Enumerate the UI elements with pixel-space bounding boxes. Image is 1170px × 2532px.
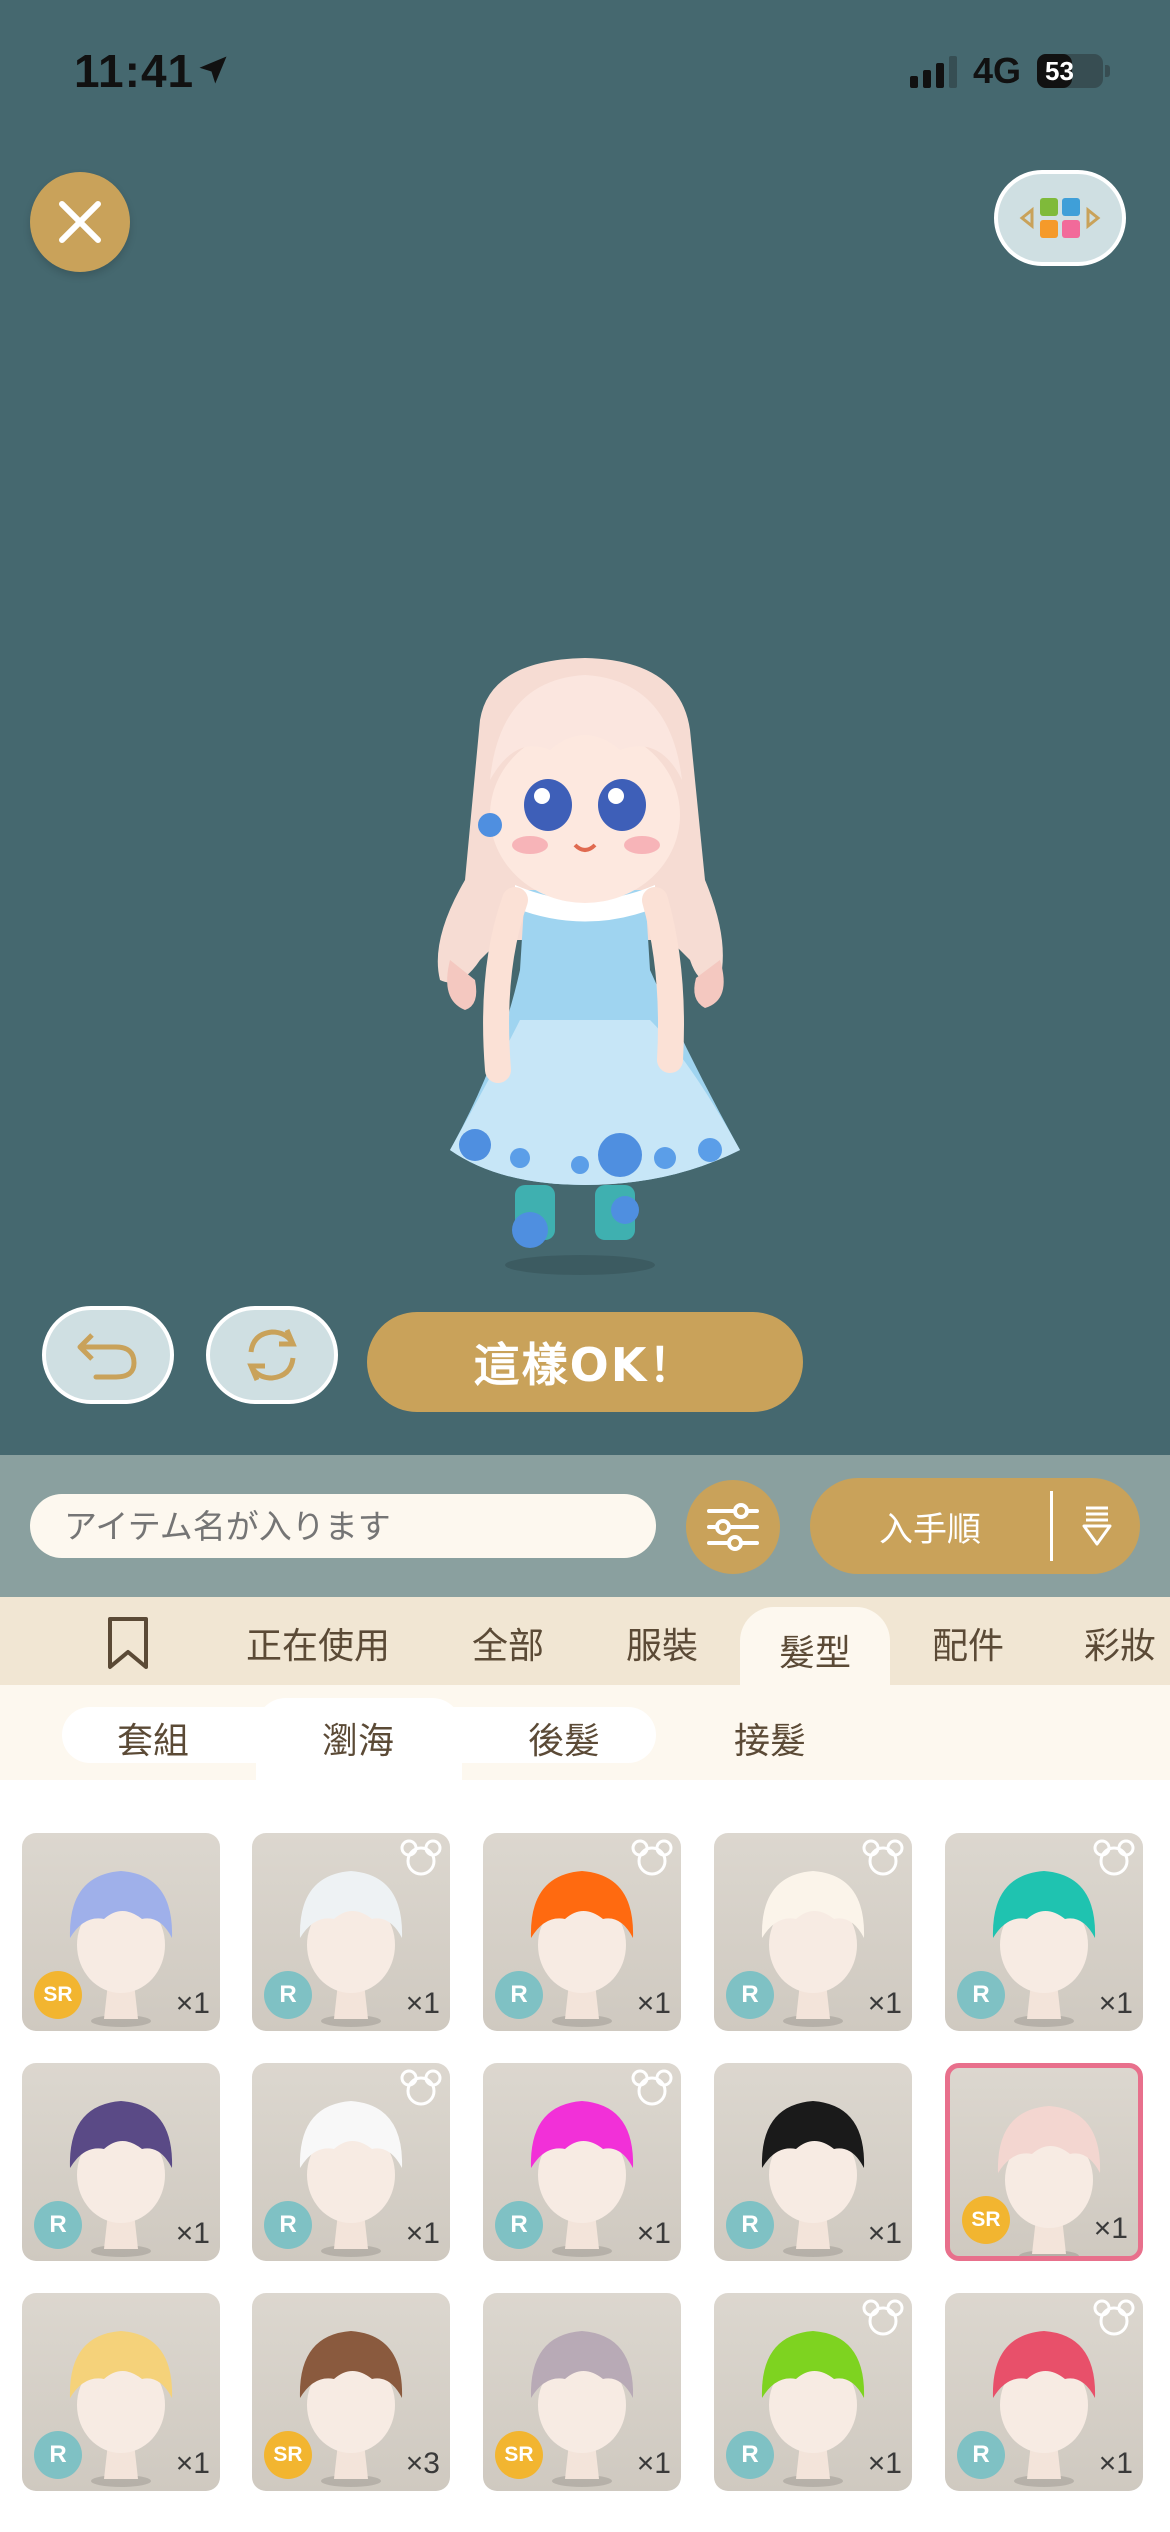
subtab-extensions[interactable]: 接髮 — [734, 1712, 806, 1764]
item-quantity: ×1 — [867, 2447, 902, 2480]
sort-order-icon[interactable] — [1053, 1504, 1140, 1548]
subtab-back-hair[interactable]: 後髮 — [528, 1712, 600, 1764]
rarity-badge: R — [495, 2201, 543, 2249]
item-quantity: ×1 — [1098, 2447, 1133, 2480]
rarity-badge: SR — [264, 2431, 312, 2479]
tab-all[interactable]: 全部 — [472, 1617, 544, 1669]
rarity-badge: SR — [34, 1971, 82, 2019]
rarity-badge: R — [726, 1971, 774, 2019]
item-quantity: ×1 — [175, 2447, 210, 2480]
item-quantity: ×1 — [175, 2217, 210, 2250]
hair-item-card[interactable]: R ×1 — [714, 1833, 912, 2031]
item-quantity: ×1 — [636, 2447, 671, 2480]
tab-clothing[interactable]: 服裝 — [626, 1617, 698, 1669]
item-quantity: ×3 — [405, 2447, 440, 2480]
avatar-character — [437, 658, 740, 1275]
item-search-input[interactable] — [30, 1494, 656, 1558]
rarity-badge: R — [957, 1971, 1005, 2019]
filter-button[interactable] — [686, 1480, 780, 1574]
hair-item-card[interactable]: R ×1 — [252, 1833, 450, 2031]
rarity-badge: R — [726, 2431, 774, 2479]
battery-icon: 53 — [1037, 54, 1110, 88]
rarity-badge: R — [34, 2431, 82, 2479]
bear-icon — [862, 2299, 904, 2336]
rarity-badge: R — [34, 2201, 82, 2249]
rarity-badge: R — [264, 1971, 312, 2019]
bear-icon — [631, 2069, 673, 2106]
status-time: 11:41 — [74, 45, 195, 97]
tab-makeup[interactable]: 彩妝 — [1084, 1617, 1156, 1669]
subtab-bangs[interactable]: 瀏海 — [322, 1712, 394, 1764]
layout-grid-icon — [1019, 198, 1101, 238]
bear-icon — [1093, 1839, 1135, 1876]
sort-button[interactable]: 入手順 — [810, 1478, 1140, 1574]
undo-button[interactable] — [42, 1306, 174, 1404]
close-icon — [59, 201, 101, 243]
hair-item-card[interactable]: R ×1 — [945, 1833, 1143, 2031]
location-arrow-icon — [199, 56, 227, 84]
item-quantity: ×1 — [636, 1987, 671, 2020]
rarity-badge: R — [726, 2201, 774, 2249]
rarity-badge: R — [495, 1971, 543, 2019]
close-button[interactable] — [30, 172, 130, 272]
rarity-badge: SR — [495, 2431, 543, 2479]
hair-item-card[interactable]: R ×1 — [945, 2293, 1143, 2491]
hair-item-card[interactable]: SR ×1 — [483, 2293, 681, 2491]
status-indicators: 4G 53 — [909, 50, 1110, 92]
bear-icon — [400, 1839, 442, 1876]
subtab-set[interactable]: 套組 — [117, 1712, 189, 1764]
sliders-icon — [707, 1503, 759, 1551]
item-quantity: ×1 — [175, 1987, 210, 2020]
undo-icon — [77, 1333, 137, 1380]
bookmark-icon[interactable] — [106, 1616, 150, 1670]
hair-item-card[interactable]: SR ×3 — [252, 2293, 450, 2491]
hair-item-card[interactable]: R ×1 — [483, 1833, 681, 2031]
tab-in-use[interactable]: 正在使用 — [246, 1617, 390, 1669]
rarity-badge: SR — [962, 2196, 1010, 2244]
refresh-icon — [247, 1329, 297, 1381]
hair-item-card[interactable]: R ×1 — [22, 2293, 220, 2491]
rarity-badge: R — [957, 2431, 1005, 2479]
hair-item-card[interactable]: SR ×1 — [22, 1833, 220, 2031]
item-quantity: ×1 — [405, 1987, 440, 2020]
bear-icon — [862, 1839, 904, 1876]
tab-accessories[interactable]: 配件 — [932, 1617, 1004, 1669]
hair-item-card[interactable]: R ×1 — [483, 2063, 681, 2261]
item-grid: SR ×1 R ×1 R ×1 R ×1 R ×1 R ×1 R ×1 R ×1 R ×1 SR ×1 R ×1 SR ×3 S… — [0, 1780, 1170, 2532]
item-quantity: ×1 — [636, 2217, 671, 2250]
hair-item-card[interactable]: R ×1 — [714, 2293, 912, 2491]
item-quantity: ×1 — [867, 2217, 902, 2250]
network-type: 4G — [972, 50, 1021, 91]
bear-icon — [400, 2069, 442, 2106]
bear-icon — [1093, 2299, 1135, 2336]
bear-icon — [631, 1839, 673, 1876]
reset-button[interactable] — [206, 1306, 338, 1404]
hair-item-card[interactable]: R ×1 — [22, 2063, 220, 2261]
layout-switch-button[interactable] — [994, 170, 1126, 266]
item-quantity: ×1 — [867, 1987, 902, 2020]
confirm-ok-button[interactable]: 這樣OK！ — [367, 1312, 803, 1412]
item-quantity: ×1 — [1093, 2212, 1128, 2245]
item-quantity: ×1 — [405, 2217, 440, 2250]
rarity-badge: R — [264, 2201, 312, 2249]
hair-item-card[interactable]: R ×1 — [714, 2063, 912, 2261]
signal-icon — [909, 54, 957, 88]
tab-hairstyle[interactable]: 髮型 — [740, 1607, 890, 1697]
item-quantity: ×1 — [1098, 1987, 1133, 2020]
sort-label: 入手順 — [879, 1509, 981, 1550]
hair-item-card[interactable]: SR ×1 — [945, 2063, 1143, 2261]
hair-item-card[interactable]: R ×1 — [252, 2063, 450, 2261]
